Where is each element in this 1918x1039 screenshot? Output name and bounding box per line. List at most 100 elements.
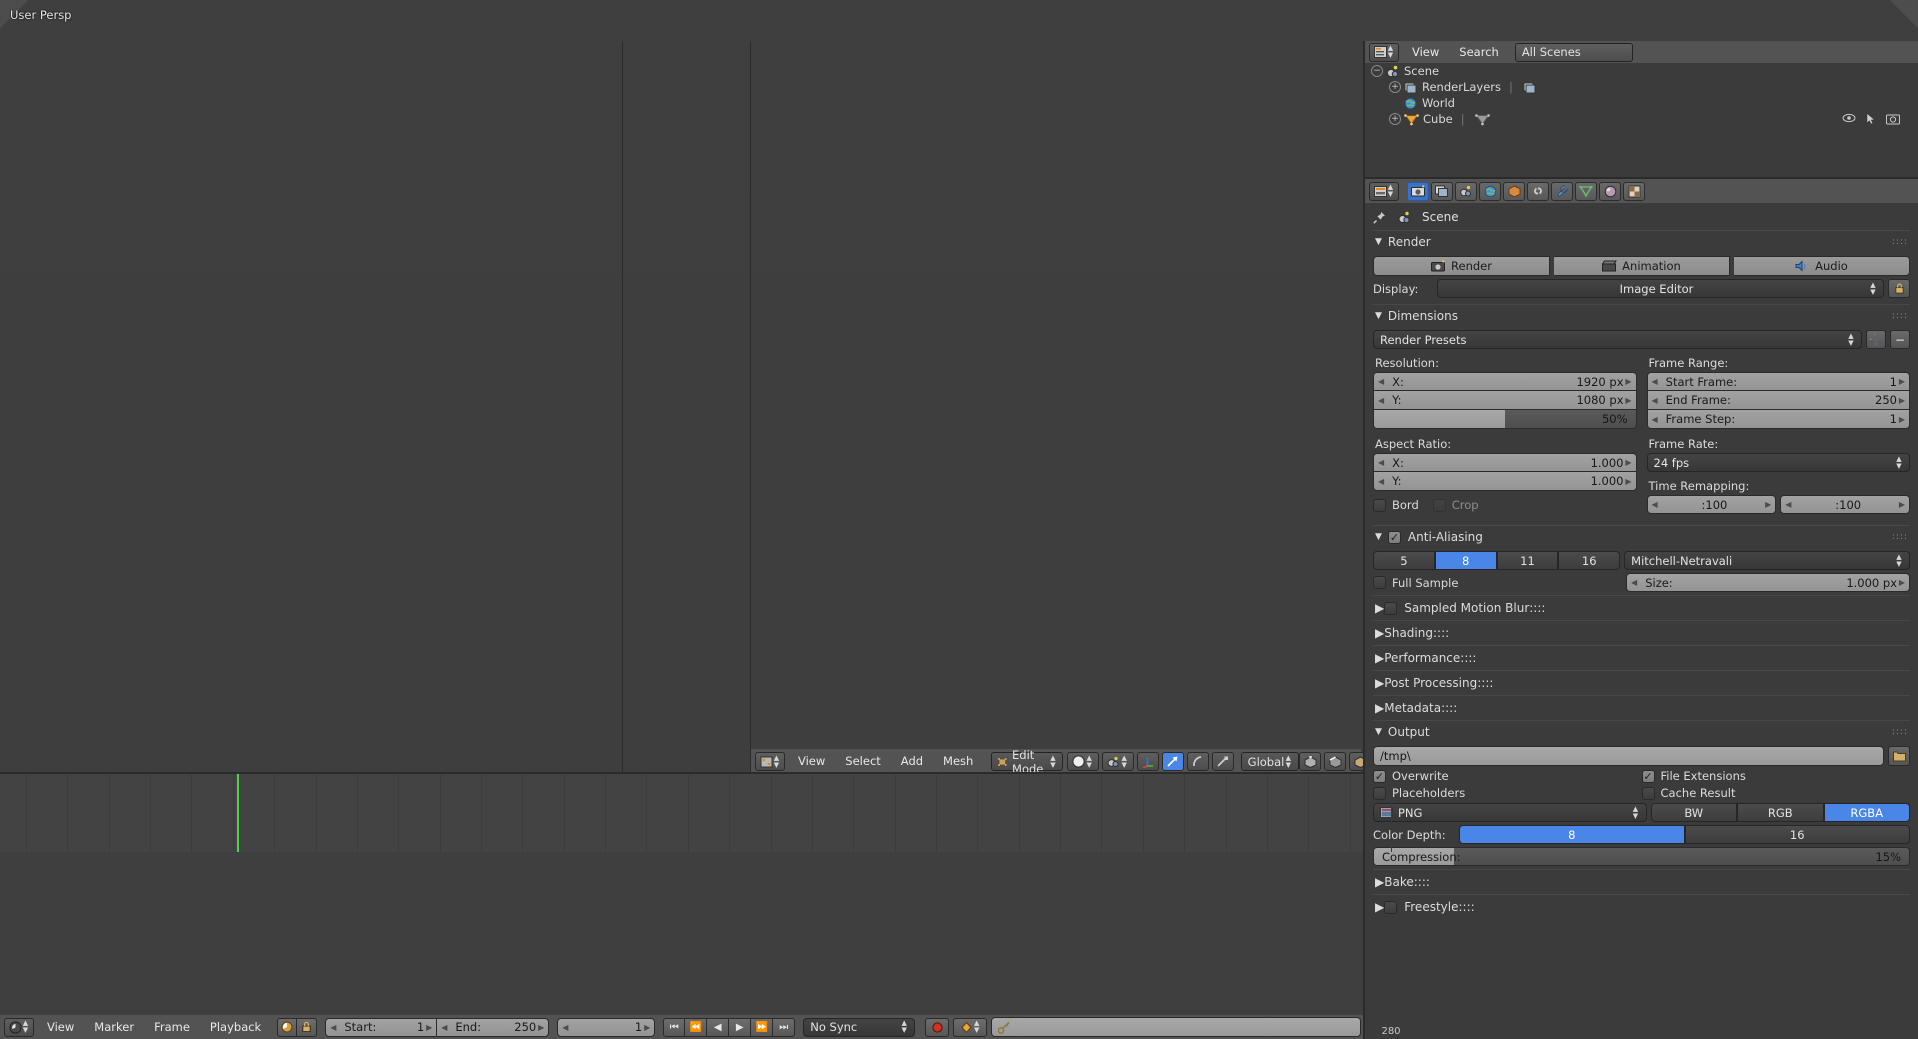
aspect-x-field[interactable]: ◀ X: 1.000 ▶ [1373,453,1637,472]
timeline-editor-type-selector[interactable]: ▲ ▼ [4,1017,34,1037]
view3d-editor-type-selector[interactable]: ▲ ▼ [755,752,785,771]
cache-result-checkbox[interactable] [1641,786,1655,800]
decrement-icon[interactable]: ◀ [1378,377,1384,386]
aa-samples-segmented[interactable]: 5 8 11 16 [1373,551,1621,570]
sync-mode-selector[interactable]: No Sync ▲ ▼ [803,1017,916,1037]
aa-size-field[interactable]: ◀ Size: 1.000 px ▶ [1626,573,1910,592]
time-remap-old-field[interactable]: ◀ :100 ▶ [1646,495,1777,514]
resolution-x-field[interactable]: ◀ X: 1920 px ▶ [1373,372,1637,391]
tab-render-layers[interactable] [1431,181,1453,201]
timeline-menu-playback[interactable]: Playback [200,1018,271,1037]
outliner-editor[interactable]: ▲ ▼ View Search All Scenes − Scene + Ren… [1365,41,1918,179]
placeholders-checkbox-row[interactable]: Placeholders [1373,786,1642,800]
file-format-selector[interactable]: PNG ▲ ▼ [1373,803,1647,822]
decrement-icon[interactable]: ◀ [1652,415,1658,424]
decrement-icon[interactable]: ◀ [441,1023,447,1032]
crop-checkbox-row[interactable]: Crop [1432,498,1479,512]
placeholders-checkbox[interactable] [1373,786,1386,800]
timeline-menu-marker[interactable]: Marker [84,1018,144,1037]
pin-icon[interactable] [1373,210,1387,224]
panel-header-shading[interactable]: ▶ Shading :::: [1373,620,1910,645]
splitter-horizontal-timeline[interactable] [0,772,1364,774]
panel-header-metadata[interactable]: ▶ Metadata :::: [1373,695,1910,720]
outliner-display-mode[interactable]: All Scenes [1514,42,1633,62]
cursor-arrow-icon[interactable] [1866,113,1876,125]
tab-constraints[interactable] [1527,181,1549,201]
panel-header-performance[interactable]: ▶ Performance :::: [1373,645,1910,670]
color-mode-segmented[interactable]: BW RGB RGBA [1650,803,1910,822]
outliner-editor-type-selector[interactable]: ▲ ▼ [1369,42,1399,62]
outliner-row-world[interactable]: World [1365,95,1918,111]
increment-icon[interactable]: ▶ [538,1023,544,1032]
jump-to-start-button[interactable]: ⏮ [663,1017,686,1037]
tab-object[interactable] [1503,181,1525,201]
increment-icon[interactable]: ▶ [1899,500,1905,509]
play-reverse-button[interactable]: ◀ [707,1017,730,1037]
view3d-menu-add[interactable]: Add [891,752,933,771]
file-extensions-checkbox[interactable]: ✓ [1641,769,1655,783]
scene-layer-selector[interactable]: ▲ ▼ [1101,752,1134,771]
lock-time-button[interactable] [297,1017,318,1037]
decrement-icon[interactable]: ◀ [1652,396,1658,405]
display-selector[interactable]: Image Editor ▲ ▼ [1437,279,1884,298]
manipulator-toggle-button[interactable] [1136,752,1159,771]
current-frame-field[interactable]: ◀ 1 ▶ [557,1017,656,1037]
increment-icon[interactable]: ▶ [644,1023,650,1032]
start-frame-field[interactable]: ◀ Start Frame: 1 ▶ [1646,372,1910,391]
remove-preset-button[interactable]: − [1890,330,1910,349]
increment-icon[interactable]: ▶ [1625,377,1631,386]
splitter-vertical-right[interactable] [1363,41,1365,1039]
display-lock-button[interactable] [1888,279,1910,298]
outliner-row-scene[interactable]: − Scene [1365,63,1918,79]
cache-result-checkbox-row[interactable]: Cache Result [1641,786,1911,800]
tab-render[interactable] [1407,181,1429,201]
increment-icon[interactable]: ▶ [1899,578,1905,587]
color-depth-segmented[interactable]: 8 16 [1459,825,1910,844]
color-depth-8[interactable]: 8 [1459,825,1685,844]
antialiasing-checkbox[interactable]: ✓ [1387,530,1401,544]
collapse-icon[interactable]: − [1371,65,1383,77]
panel-header-post-processing[interactable]: ▶ Post Processing :::: [1373,670,1910,695]
frame-rate-selector[interactable]: 24 fps ▲ ▼ [1646,453,1910,472]
jump-next-keyframe-button[interactable]: ⏩ [751,1017,774,1037]
eye-icon[interactable] [1842,113,1856,123]
outliner-menu-view[interactable]: View [1402,43,1449,62]
tab-modifiers[interactable] [1551,181,1573,201]
file-extensions-checkbox-row[interactable]: ✓ File Extensions [1641,769,1911,783]
jump-prev-keyframe-button[interactable]: ⏪ [685,1017,708,1037]
outliner-row-renderlayers[interactable]: + RenderLayers | [1365,79,1918,95]
increment-icon[interactable]: ▶ [1899,415,1905,424]
resolution-percentage-slider[interactable]: 50% [1373,410,1637,429]
increment-icon[interactable]: ▶ [1625,477,1631,486]
aa-sample-16[interactable]: 16 [1558,551,1621,570]
aa-sample-11[interactable]: 11 [1496,551,1559,570]
decrement-icon[interactable]: ◀ [330,1023,336,1032]
panel-header-dimensions[interactable]: ▼ Dimensions :::: [1373,304,1910,327]
tab-scene[interactable] [1455,181,1477,201]
panel-header-bake[interactable]: ▶ Bake :::: [1373,869,1910,894]
scale-manipulator-button[interactable] [1211,752,1234,771]
splitter-vertical-left[interactable] [622,41,623,774]
increment-icon[interactable]: ▶ [1625,458,1631,467]
browse-output-path-button[interactable] [1888,746,1910,766]
auto-keyframe-button[interactable] [925,1017,950,1037]
tab-data[interactable] [1575,181,1597,201]
decrement-icon[interactable]: ◀ [562,1023,568,1032]
play-button[interactable]: ▶ [729,1017,752,1037]
timeline-playhead[interactable] [236,774,239,852]
full-sample-checkbox[interactable] [1373,576,1386,589]
decrement-icon[interactable]: ◀ [1378,458,1384,467]
view3d-menu-view[interactable]: View [788,752,835,771]
camera-restrict-icon[interactable] [1886,113,1900,125]
decrement-icon[interactable]: ◀ [1378,396,1384,405]
increment-icon[interactable]: ▶ [1625,396,1631,405]
decrement-icon[interactable]: ◀ [1652,500,1658,509]
end-frame-field-timeline[interactable]: ◀ End: 250 ▶ [437,1017,550,1037]
jump-to-end-button[interactable]: ⏭ [773,1017,796,1037]
render-image-button[interactable]: Render [1373,256,1550,276]
properties-editor[interactable]: ▲ ▼ Scene ▼ Render:::: Render Animation… [1365,179,1918,1039]
decrement-icon[interactable]: ◀ [1785,500,1791,509]
transform-orientation-selector[interactable]: Global ▲ ▼ [1240,752,1300,771]
time-remap-new-field[interactable]: ◀ :100 ▶ [1780,495,1910,514]
tab-material[interactable] [1599,181,1621,201]
